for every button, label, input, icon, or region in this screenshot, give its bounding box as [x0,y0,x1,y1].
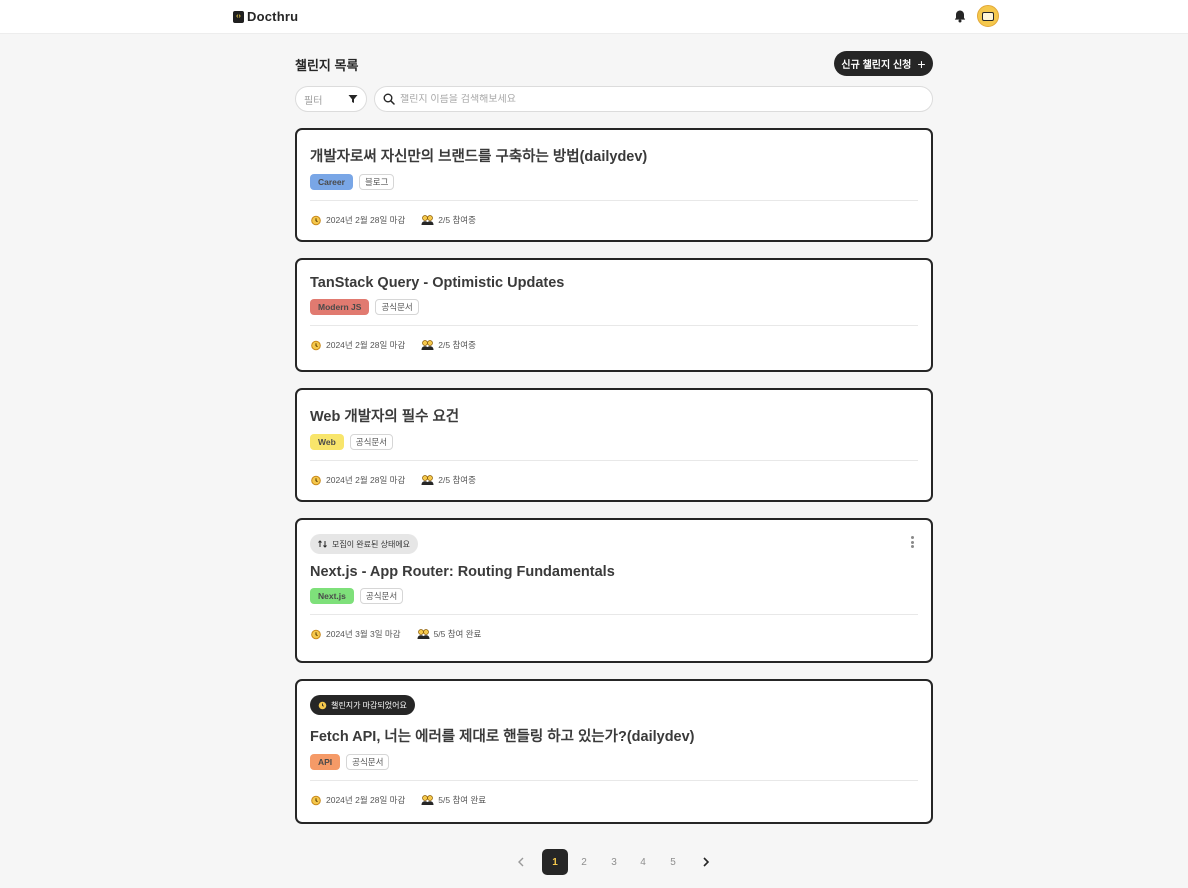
avatar-face-icon [982,11,994,21]
participants-text: 2/5 참여중 [438,340,476,350]
challenge-card[interactable]: 챌린지가 마감되었어요 Fetch API, 너는 에러를 제대로 핸들링 하고… [295,679,933,824]
card-divider [310,614,918,615]
challenge-title[interactable]: Fetch API, 너는 에러를 제대로 핸들링 하고 있는가?(dailyd… [310,725,918,746]
search-input[interactable] [400,93,920,105]
closed-clock-icon [318,701,327,709]
challenge-card[interactable]: 개발자로써 자신만의 브랜드를 구축하는 방법(dailydev) Career… [295,128,933,242]
doc-type-tag: 공식문서 [375,299,419,315]
chevron-left-icon [518,857,524,867]
challenge-title[interactable]: TanStack Query - Optimistic Updates [310,275,918,291]
deadline-text: 2024년 2월 28일 마감 [326,340,406,350]
filter-dropdown[interactable]: 필터 [295,86,367,112]
status-badge-challenge-closed: 챌린지가 마감되었어요 [310,695,415,715]
category-tag: Career [310,174,353,190]
card-divider [310,780,918,781]
search-icon [383,93,395,105]
deadline-text: 2024년 2월 28일 마감 [326,795,406,805]
participants-text: 2/5 참여중 [438,215,476,225]
alarm-clock-icon [311,340,321,351]
card-divider [310,200,918,201]
doc-type-tag: 블로그 [358,174,395,190]
page-button-4[interactable]: 4 [635,849,651,875]
page-button-2[interactable]: 2 [576,849,592,875]
status-badge-recruitment-complete: 모집이 완료된 상태에요 [310,534,419,554]
participants-icon [421,340,434,350]
page-title: 챌린지 목록 [295,58,359,73]
docthru-logo[interactable]: ‹› Docthru [233,9,298,24]
alarm-clock-icon [311,795,321,806]
status-text: 챌린지가 마감되었어요 [331,700,407,710]
participants-icon [417,629,430,639]
sort-arrows-icon [318,540,327,548]
participants-text: 5/5 참여 완료 [438,795,487,805]
deadline-text: 2024년 2월 28일 마감 [326,475,406,485]
participants-icon [421,795,434,805]
filter-label: 필터 [304,95,323,107]
new-challenge-button[interactable]: 신규 챌린지 신청 + [834,51,933,76]
top-navigation-bar: ‹› Docthru [0,0,1188,34]
participants-icon [421,475,434,485]
participants-icon [421,215,434,225]
plus-icon: + [917,55,926,72]
page-button-3[interactable]: 3 [606,849,622,875]
doc-type-tag: 공식문서 [346,754,390,770]
page-button-5[interactable]: 5 [665,849,681,875]
card-divider [310,460,918,461]
alarm-clock-icon [311,629,321,640]
deadline-text: 2024년 3월 3일 마감 [326,629,401,639]
new-challenge-button-label: 신규 챌린지 신청 [841,60,912,71]
filter-funnel-icon [348,95,358,103]
search-bar [374,86,933,112]
alarm-clock-icon [311,475,321,486]
prev-page-button[interactable] [514,849,528,875]
page-button-1[interactable]: 1 [542,849,568,875]
notification-bell-icon[interactable] [953,9,967,23]
doc-type-tag: 공식문서 [359,588,404,604]
category-tag: Next.js [310,588,354,604]
challenge-title[interactable]: Web 개발자의 필수 요건 [310,405,918,426]
user-avatar[interactable] [977,5,999,27]
deadline-text: 2024년 2월 28일 마감 [326,215,406,225]
pagination: 1 2 3 4 5 [0,849,1188,875]
category-tag: Web [310,434,344,450]
category-tag: API [310,754,341,770]
participants-text: 2/5 참여중 [438,475,476,485]
challenge-title[interactable]: 개발자로써 자신만의 브랜드를 구축하는 방법(dailydev) [310,145,918,166]
challenge-card[interactable]: TanStack Query - Optimistic Updates Mode… [295,258,933,372]
status-text: 모집이 완료된 상태에요 [332,539,411,549]
doc-type-tag: 공식문서 [349,434,394,450]
next-page-button[interactable] [699,849,713,875]
logo-mark-icon: ‹› [233,10,244,23]
challenge-title[interactable]: Next.js - App Router: Routing Fundamenta… [310,564,918,580]
participants-text: 5/5 참여 완료 [433,629,482,639]
chevron-right-icon [703,857,710,867]
card-divider [310,325,918,326]
challenge-card[interactable]: 모집이 완료된 상태에요 Next.js - App Router: Routi… [295,518,933,663]
category-tag: Modern JS [310,299,370,315]
challenge-card[interactable]: Web 개발자의 필수 요건 Web 공식문서 2024년 2월 28일 마감 … [295,388,933,502]
alarm-clock-icon [311,215,321,226]
logo-text: Docthru [247,9,299,24]
